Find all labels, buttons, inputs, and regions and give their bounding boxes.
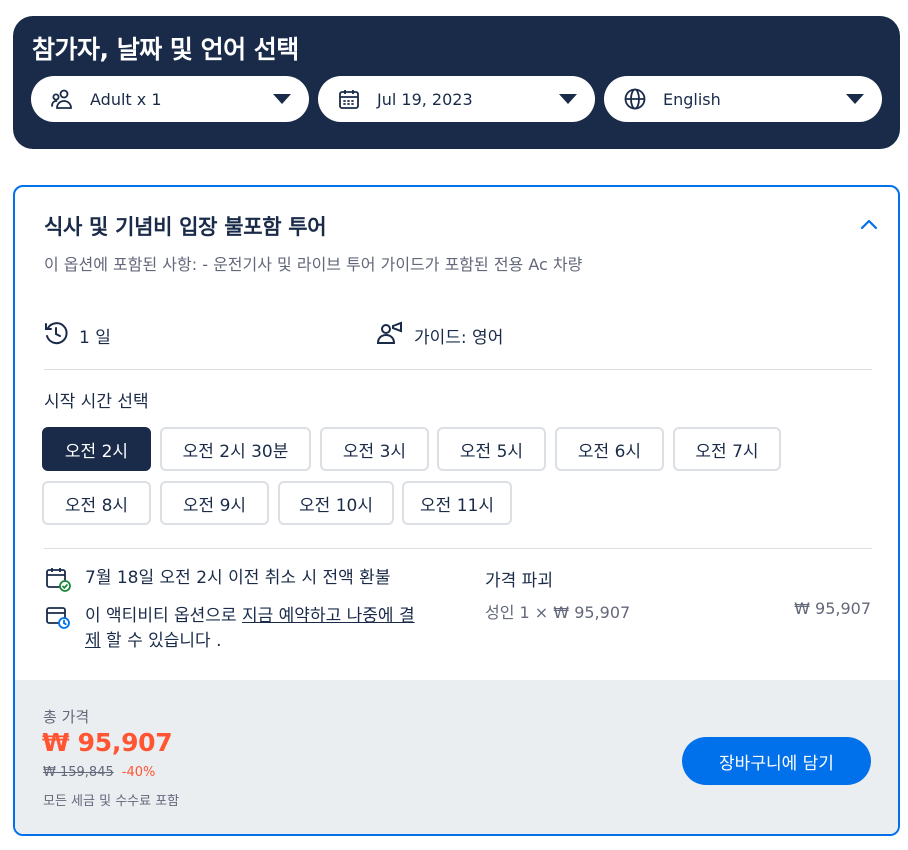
time-slot-0800[interactable]: 오전 8시 bbox=[42, 481, 151, 525]
pay-later-text: 이 액티비티 옵션으로 지금 예약하고 나중에 결제 할 수 있습니다 . bbox=[85, 604, 415, 654]
time-slot-0600[interactable]: 오전 6시 bbox=[555, 427, 664, 471]
chevron-up-icon[interactable] bbox=[858, 214, 880, 236]
price-breakdown-title: 가격 파괴 bbox=[485, 571, 553, 591]
booking-selector-panel: 참가자, 날짜 및 언어 선택 Adult x 1 Jul 19, 2023 E… bbox=[13, 16, 900, 149]
start-time-label: 시작 시간 선택 bbox=[44, 392, 149, 412]
chevron-down-icon bbox=[559, 94, 577, 104]
time-slot-0900[interactable]: 오전 9시 bbox=[160, 481, 269, 525]
price-breakdown-amount: ₩ 95,907 bbox=[794, 599, 871, 618]
pay-later-info: 이 액티비티 옵션으로 지금 예약하고 나중에 결제 할 수 있습니다 . bbox=[45, 604, 415, 654]
language-value: English bbox=[663, 89, 721, 109]
time-slot-0200[interactable]: 오전 2시 bbox=[42, 427, 151, 471]
guide-text: 가이드: 영어 bbox=[414, 327, 504, 348]
language-dropdown[interactable]: English bbox=[604, 76, 882, 122]
calendar-check-icon bbox=[45, 566, 71, 592]
chevron-down-icon bbox=[273, 94, 291, 104]
time-slot-0300[interactable]: 오전 3시 bbox=[320, 427, 429, 471]
divider bbox=[44, 548, 872, 549]
total-price-label: 총 가격 bbox=[43, 708, 90, 726]
divider bbox=[44, 369, 872, 370]
option-description: 이 옵션에 포함된 사항: - 운전기사 및 라이브 투어 가이드가 포함된 전… bbox=[44, 255, 583, 274]
clock-history-icon bbox=[43, 320, 69, 350]
guide-icon bbox=[376, 320, 404, 350]
wallet-clock-icon bbox=[45, 604, 71, 630]
tour-option-card: 식사 및 기념비 입장 불포함 투어 이 옵션에 포함된 사항: - 운전기사 … bbox=[13, 185, 900, 836]
chevron-down-icon bbox=[846, 94, 864, 104]
pay-later-prefix: 이 액티비티 옵션으로 bbox=[85, 606, 242, 626]
participants-value: Adult x 1 bbox=[90, 89, 162, 109]
total-price: ₩ 95,907 bbox=[42, 728, 173, 757]
pay-later-suffix: 할 수 있습니다 . bbox=[100, 631, 222, 651]
tax-note: 모든 세금 및 수수료 포함 bbox=[43, 794, 180, 809]
discount-badge: -40% bbox=[121, 765, 156, 780]
people-icon bbox=[49, 86, 75, 112]
time-slot-0700[interactable]: 오전 7시 bbox=[673, 427, 781, 471]
price-breakdown-line: 성인 1 × ₩ 95,907 bbox=[485, 603, 631, 622]
original-price: ₩ 159,845 bbox=[43, 765, 114, 780]
time-slot-0230[interactable]: 오전 2시 30분 bbox=[160, 427, 311, 471]
cancellation-info: 7월 18일 오전 2시 이전 취소 시 전액 환불 bbox=[45, 566, 390, 592]
duration-info: 1 일 bbox=[43, 320, 111, 350]
guide-info: 가이드: 영어 bbox=[376, 320, 503, 350]
option-title: 식사 및 기념비 입장 불포함 투어 bbox=[44, 215, 327, 239]
original-price-row: ₩ 159,845 -40% bbox=[43, 765, 155, 780]
calendar-icon bbox=[336, 86, 362, 112]
time-slot-0500[interactable]: 오전 5시 bbox=[437, 427, 546, 471]
time-slot-1100[interactable]: 오전 11시 bbox=[402, 481, 512, 525]
date-value: Jul 19, 2023 bbox=[377, 89, 473, 109]
selector-title: 참가자, 날짜 및 언어 선택 bbox=[32, 35, 299, 64]
date-dropdown[interactable]: Jul 19, 2023 bbox=[318, 76, 595, 122]
duration-text: 1 일 bbox=[79, 327, 111, 348]
add-to-cart-button[interactable]: 장바구니에 담기 bbox=[682, 737, 871, 785]
cancellation-text: 7월 18일 오전 2시 이전 취소 시 전액 환불 bbox=[85, 568, 391, 588]
globe-icon bbox=[622, 86, 648, 112]
price-footer: 총 가격 ₩ 95,907 ₩ 159,845 -40% 모든 세금 및 수수료… bbox=[15, 680, 898, 834]
time-slot-1000[interactable]: 오전 10시 bbox=[278, 481, 394, 525]
participants-dropdown[interactable]: Adult x 1 bbox=[31, 76, 309, 122]
